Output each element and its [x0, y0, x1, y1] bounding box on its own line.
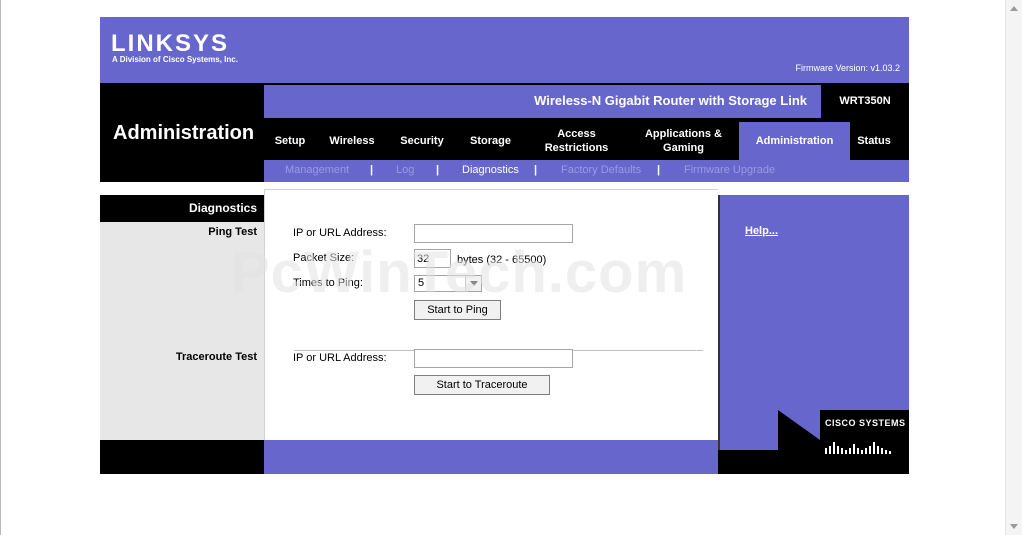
times-to-ping-value: 5: [418, 277, 425, 289]
page-title: Administration: [113, 122, 255, 144]
tab-security[interactable]: Security: [392, 122, 452, 160]
subtab-separator: |: [436, 164, 440, 176]
footer-right: [718, 450, 778, 474]
subtab-factory-defaults[interactable]: Factory Defaults: [561, 164, 641, 176]
subtab-log[interactable]: Log: [396, 164, 414, 176]
tab-access-restrictions[interactable]: Access Restrictions: [534, 122, 619, 160]
times-to-ping-select[interactable]: 5: [414, 275, 482, 292]
header: LINKSYS A Division of Cisco Systems, Inc…: [100, 17, 909, 83]
scroll-down-icon[interactable]: [1010, 524, 1018, 529]
traceroute-ip-input[interactable]: [414, 349, 573, 368]
sidebar-heading: Diagnostics: [100, 195, 264, 222]
router-admin-page: LINKSYS A Division of Cisco Systems, Inc…: [100, 17, 909, 474]
traceroute-test-label: Traceroute Test: [175, 351, 257, 363]
packet-size-input[interactable]: [414, 249, 451, 268]
tab-setup[interactable]: Setup: [264, 122, 316, 160]
logo-subtitle: A Division of Cisco Systems, Inc.: [112, 55, 238, 64]
start-to-ping-button[interactable]: Start to Ping: [414, 300, 501, 320]
ping-ip-label: IP or URL Address:: [293, 227, 387, 239]
footer-middle: [264, 440, 718, 474]
times-to-ping-label: Times to Ping:: [293, 277, 363, 289]
tab-wireless[interactable]: Wireless: [321, 122, 383, 160]
browser-viewport: LINKSYS A Division of Cisco Systems, Inc…: [0, 0, 1022, 535]
model-number: WRT350N: [839, 95, 891, 107]
diagnostics-form: IP or URL Address: Packet Size: bytes (3…: [264, 189, 718, 440]
linksys-logo: LINKSYS: [111, 30, 230, 57]
subtabs: Management | Log | Diagnostics | Factory…: [264, 160, 909, 182]
tab-administration[interactable]: Administration: [739, 122, 850, 160]
tab-applications-gaming[interactable]: Applications & Gaming: [636, 122, 731, 160]
cisco-bridge-icon: [825, 442, 891, 454]
product-name: Wireless-N Gigabit Router with Storage L…: [534, 93, 807, 108]
subtab-separator: |: [370, 164, 374, 176]
tab-storage[interactable]: Storage: [463, 122, 518, 160]
start-to-traceroute-button[interactable]: Start to Traceroute: [414, 375, 550, 395]
primary-tabs: Setup Wireless Security Storage Access R…: [264, 122, 909, 160]
ping-ip-input[interactable]: [414, 224, 573, 243]
tab-status[interactable]: Status: [850, 122, 898, 160]
subtab-management[interactable]: Management: [285, 164, 349, 176]
subtab-separator: |: [657, 164, 661, 176]
packet-size-hint: bytes (32 - 65500): [457, 254, 547, 266]
scroll-up-icon[interactable]: [1010, 6, 1018, 11]
cisco-systems-logo-text: CISCO SYSTEMS: [825, 418, 906, 428]
subtab-separator: |: [534, 164, 538, 176]
vertical-scrollbar[interactable]: [1005, 0, 1022, 535]
ping-test-label: Ping Test: [208, 226, 257, 238]
traceroute-ip-label: IP or URL Address:: [293, 352, 387, 364]
chevron-down-icon[interactable]: [465, 276, 481, 291]
firmware-version: Firmware Version: v1.03.2: [795, 63, 900, 73]
cisco-footer-triangle: [778, 410, 820, 440]
subtab-diagnostics[interactable]: Diagnostics: [462, 164, 519, 176]
subtab-firmware-upgrade[interactable]: Firmware Upgrade: [684, 164, 775, 176]
product-bar: Wireless-N Gigabit Router with Storage L…: [264, 85, 821, 118]
help-link[interactable]: Help...: [745, 225, 778, 237]
packet-size-label: Packet Size:: [293, 252, 355, 264]
footer-left: [100, 440, 264, 474]
